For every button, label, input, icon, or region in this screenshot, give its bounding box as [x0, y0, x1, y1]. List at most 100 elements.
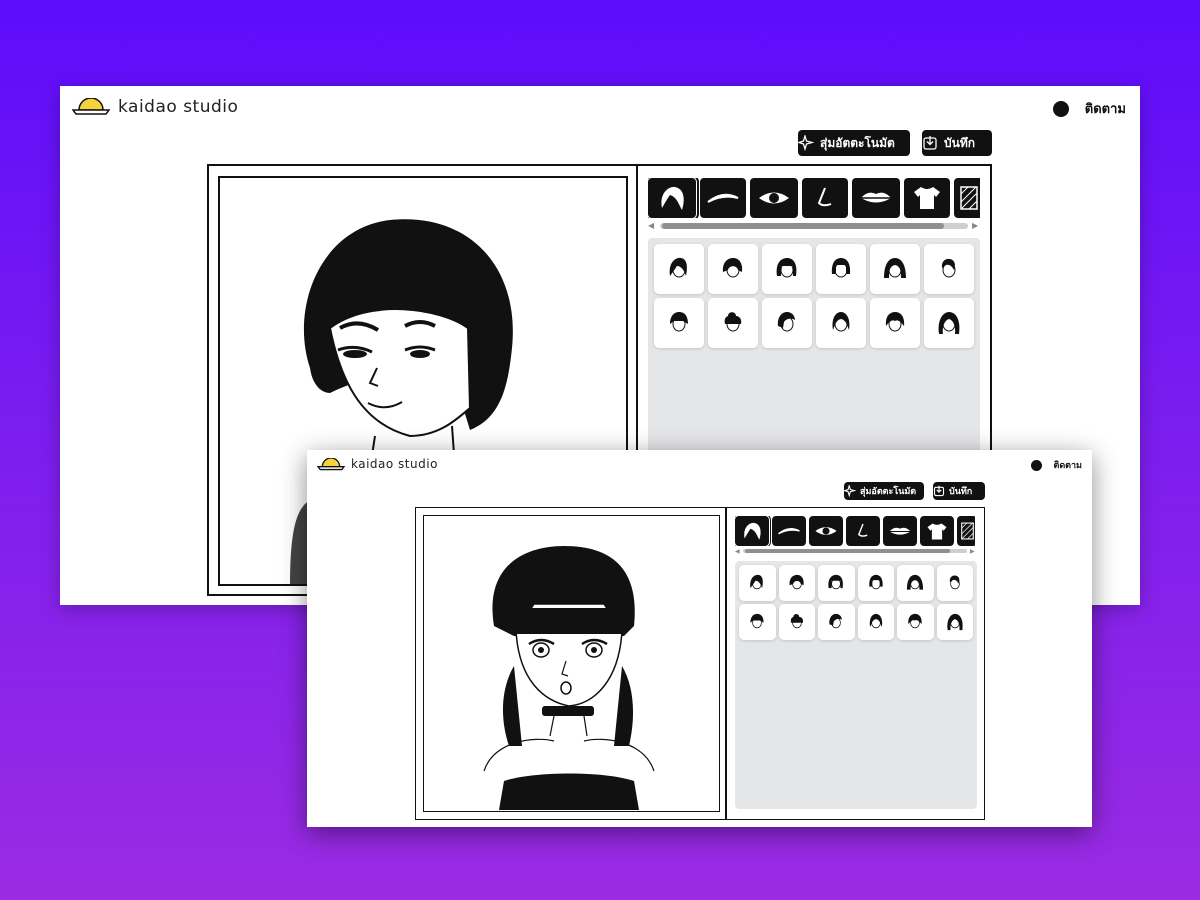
hair-style-5-icon	[907, 574, 924, 590]
hair-style-10-icon	[832, 312, 850, 332]
tab-eyebrows[interactable]	[772, 516, 806, 546]
hair-option[interactable]	[708, 298, 758, 348]
category-tabs	[648, 178, 980, 218]
tab-eyes[interactable]	[809, 516, 843, 546]
hair-options-grid	[739, 565, 973, 640]
hair-style-5-icon	[884, 258, 906, 278]
save-button-label: บันทึก	[949, 486, 973, 496]
app-name: kaidao studio	[351, 457, 438, 471]
eyebrow-icon	[707, 193, 739, 203]
random-button-label: สุ่มอัตตะโนมัต	[860, 486, 917, 496]
scroll-left-arrow[interactable]: ◀	[735, 548, 740, 556]
hair-option[interactable]	[936, 604, 973, 640]
hair-icon	[661, 186, 684, 210]
hair-style-2-icon	[722, 258, 743, 278]
options-panel	[735, 561, 977, 809]
tab-clothes[interactable]	[904, 178, 950, 218]
hair-option[interactable]	[762, 298, 812, 348]
hair-style-3-icon	[828, 574, 844, 590]
download-icon	[933, 485, 945, 497]
tab-clothes[interactable]	[920, 516, 954, 546]
hair-style-1-icon	[669, 257, 687, 278]
hair-option[interactable]	[816, 244, 866, 294]
logo[interactable]: kaidao studio	[72, 96, 238, 118]
tab-eyes[interactable]	[750, 178, 798, 218]
tab-nose[interactable]	[846, 516, 880, 546]
hair-style-4-icon	[831, 258, 851, 278]
hair-option[interactable]	[816, 298, 866, 348]
hair-style-9-icon	[829, 613, 843, 629]
sparkle-icon	[798, 135, 814, 151]
hair-option[interactable]	[762, 244, 812, 294]
nose-icon	[817, 187, 832, 207]
hair-option[interactable]	[857, 604, 894, 640]
hair-style-6-icon	[941, 258, 956, 278]
tab-hair[interactable]	[735, 516, 771, 546]
nose-icon	[857, 523, 868, 537]
hair-style-9-icon	[777, 312, 795, 332]
follow-link[interactable]: ติดตาม	[1085, 98, 1126, 119]
hair-option[interactable]	[654, 244, 704, 294]
hair-option[interactable]	[897, 604, 934, 640]
github-icon[interactable]	[1031, 459, 1043, 471]
save-button[interactable]: บันทึก	[933, 482, 985, 500]
hair-option[interactable]	[739, 604, 776, 640]
hair-style-7-icon	[750, 613, 764, 629]
scrollbar-thumb[interactable]	[745, 549, 950, 553]
hair-option[interactable]	[778, 565, 815, 601]
scroll-right-arrow[interactable]: ▶	[972, 222, 978, 230]
tabs-scrollbar[interactable]	[743, 549, 967, 553]
pattern-icon	[960, 522, 974, 540]
hair-option[interactable]	[936, 565, 973, 601]
follow-link[interactable]: ติดตาม	[1053, 458, 1082, 472]
hair-option[interactable]	[924, 244, 974, 294]
hair-style-8-icon	[724, 312, 742, 332]
hair-option[interactable]	[818, 604, 855, 640]
pattern-icon	[960, 186, 978, 210]
app-name: kaidao studio	[118, 97, 239, 117]
hair-option[interactable]	[708, 244, 758, 294]
logo[interactable]: kaidao studio	[317, 456, 438, 472]
hair-option[interactable]	[654, 298, 704, 348]
hair-option[interactable]	[924, 298, 974, 348]
tab-mouth[interactable]	[883, 516, 917, 546]
hair-style-1-icon	[750, 574, 764, 590]
hair-option[interactable]	[870, 244, 920, 294]
scroll-left-arrow[interactable]: ◀	[648, 222, 654, 230]
tab-eyebrows[interactable]	[700, 178, 746, 218]
tab-hair[interactable]	[648, 178, 699, 218]
random-button[interactable]: สุ่มอัตตะโนมัต	[798, 130, 910, 156]
tabs-scrollbar[interactable]	[660, 223, 968, 229]
screenshot-small: kaidao studio ติดตาม สุ่มอัตตะโนมัต บันท…	[307, 450, 1092, 827]
shirt-icon	[914, 187, 940, 209]
hair-option[interactable]	[818, 565, 855, 601]
hair-option[interactable]	[739, 565, 776, 601]
hair-option[interactable]	[870, 298, 920, 348]
logo-sun-icon	[72, 98, 110, 115]
hair-option[interactable]	[897, 565, 934, 601]
tab-background[interactable]	[954, 178, 980, 218]
random-button[interactable]: สุ่มอัตตะโนมัต	[844, 482, 924, 500]
hair-option[interactable]	[778, 604, 815, 640]
logo-sun-icon	[317, 457, 345, 470]
save-button[interactable]: บันทึก	[922, 130, 992, 156]
nav-right: ติดตาม	[1052, 98, 1126, 119]
scrollbar-thumb[interactable]	[662, 223, 944, 229]
shirt-icon	[927, 522, 947, 540]
tab-mouth[interactable]	[852, 178, 900, 218]
editor-divider	[725, 507, 727, 820]
hair-option[interactable]	[857, 565, 894, 601]
download-icon	[923, 136, 937, 150]
hair-style-3-icon	[776, 258, 797, 278]
hair-style-8-icon	[790, 614, 803, 629]
hair-style-10-icon	[869, 613, 882, 629]
hair-style-12-icon	[947, 613, 963, 631]
scroll-right-arrow[interactable]: ▶	[970, 548, 975, 556]
tab-nose[interactable]	[802, 178, 848, 218]
tab-background[interactable]	[957, 516, 975, 546]
github-icon[interactable]	[1052, 100, 1069, 117]
lips-icon	[861, 192, 891, 203]
eyebrow-icon	[778, 528, 800, 535]
eye-icon	[759, 192, 789, 204]
eye-icon	[815, 527, 837, 535]
